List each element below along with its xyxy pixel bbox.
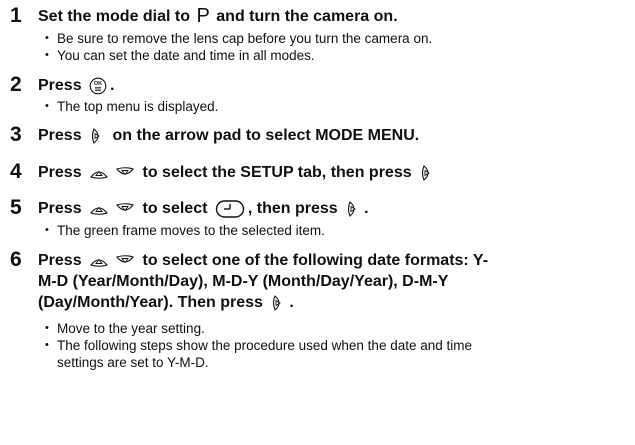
arrow-right-icon — [419, 164, 435, 182]
bullet-item: Be sure to remove the lens cap before yo… — [45, 30, 617, 47]
step-title-text: M-D (Year/Month/Day), M-D-Y (Month/Day/Y… — [38, 273, 449, 290]
step-title-text: on the arrow pad to select MODE MENU. — [112, 127, 420, 144]
step-title-text: . — [289, 294, 294, 311]
step-title-text: Press — [38, 164, 82, 181]
arrow-right-icon — [89, 127, 105, 145]
arrow-right-icon — [345, 200, 361, 218]
ok-menu-button-icon: OK — [89, 77, 107, 95]
step-title-text: . — [110, 77, 115, 94]
step-title: Set the mode dial to P and turn the came… — [38, 6, 618, 27]
arrow-down-icon — [115, 166, 135, 180]
bullet-list: The top menu is displayed. — [45, 98, 617, 115]
instruction-page: 1 Set the mode dial to P and turn the ca… — [0, 0, 635, 445]
step-title-text: to select the SETUP tab, then press — [142, 164, 412, 181]
bullet-item: settings are set to Y-M-D. — [45, 354, 617, 371]
svg-text:OK: OK — [94, 81, 102, 87]
bullet-item: The following steps show the procedure u… — [45, 337, 617, 354]
step-number: 1 — [10, 4, 22, 27]
step-title: Press OK . — [38, 75, 618, 96]
bullet-item: The top menu is displayed. — [45, 98, 617, 115]
mode-symbol: P — [196, 5, 210, 27]
step-title: Press to select one of the following dat… — [38, 250, 618, 313]
step-title-text: , then press — [247, 200, 338, 217]
step-title: Press to select , then press . — [38, 198, 618, 219]
step-title-text: and turn the camera on. — [216, 8, 398, 25]
arrow-down-icon — [115, 202, 135, 216]
step-title-text: Press — [38, 200, 82, 217]
arrow-up-icon — [89, 202, 109, 216]
step-number: 4 — [10, 160, 22, 183]
step-title-text: Press — [38, 252, 82, 269]
arrow-up-icon — [89, 254, 109, 268]
bullet-continuation: settings are set to Y-M-D. — [57, 355, 209, 370]
clock-setting-icon — [215, 199, 245, 219]
bullet-item: The green frame moves to the selected it… — [45, 222, 617, 239]
arrow-right-icon — [270, 294, 286, 312]
step-title-text: to select — [142, 200, 208, 217]
bullet-item: Move to the year setting. — [45, 320, 617, 337]
step-title-text: . — [364, 200, 369, 217]
step-title-text: Set the mode dial to — [38, 8, 191, 25]
step-title-text: (Day/Month/Year). Then press — [38, 294, 263, 311]
step-number: 5 — [10, 196, 22, 219]
bullet-list: The green frame moves to the selected it… — [45, 222, 617, 239]
bullet-list: Be sure to remove the lens cap before yo… — [45, 30, 617, 64]
bullet-item: You can set the date and time in all mod… — [45, 47, 617, 64]
arrow-down-icon — [115, 254, 135, 268]
step-title: Press on the arrow pad to select MODE ME… — [38, 125, 618, 146]
step-number: 6 — [10, 248, 22, 271]
bullet-list: Move to the year setting. The following … — [45, 320, 617, 371]
step-number: 2 — [10, 73, 22, 96]
step-title-text: to select one of the following date form… — [142, 252, 489, 269]
step-title: Press to select the SETUP tab, then pres… — [38, 162, 618, 183]
step-title-text: Press — [38, 127, 82, 144]
arrow-up-icon — [89, 166, 109, 180]
step-number: 3 — [10, 123, 22, 146]
step-title-text: Press — [38, 77, 82, 94]
